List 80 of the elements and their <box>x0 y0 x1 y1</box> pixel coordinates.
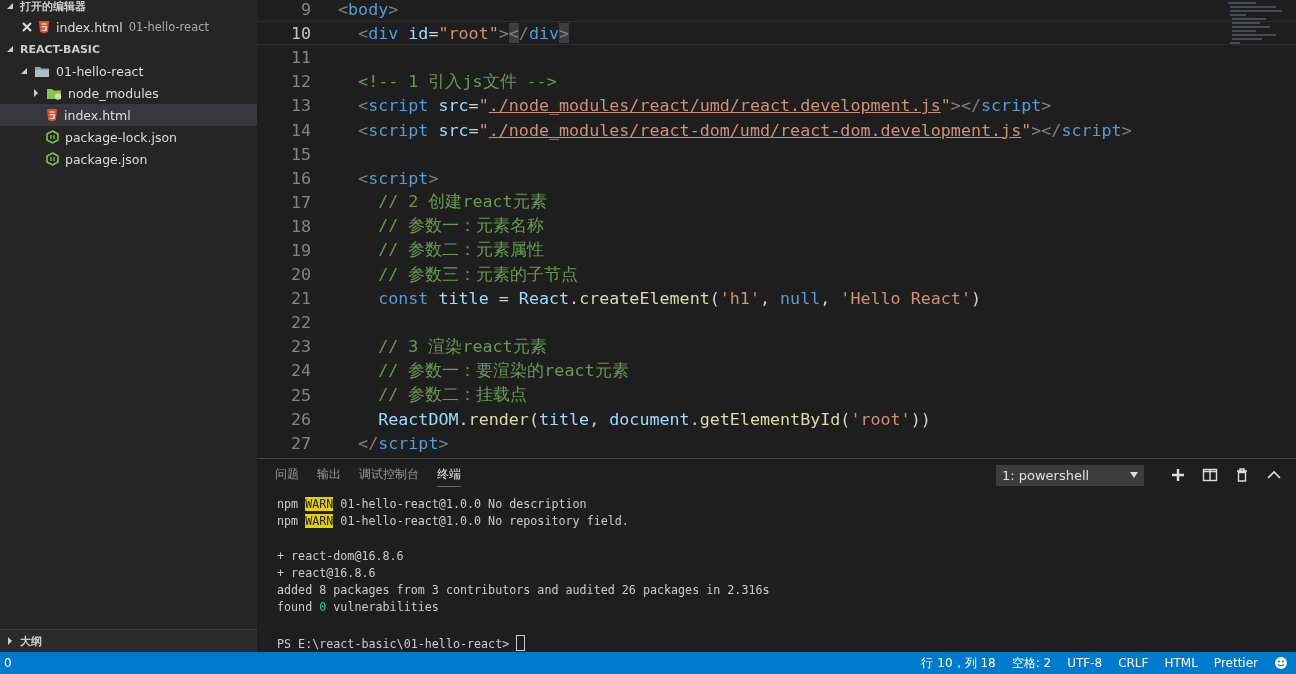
line-number: 26 <box>289 408 311 429</box>
file-tree-item[interactable]: index.html <box>0 104 257 126</box>
status-item[interactable]: 0 <box>4 656 12 670</box>
code-line: // 参数二：元素属性 <box>377 238 545 262</box>
terminal-line: found 0 vulnerabilities <box>277 600 439 615</box>
code-line: // 3 渲染react元素 <box>377 334 547 358</box>
code-line: <script src="./node_modules/react-dom/umd/react-dom.development.js"></script> <box>357 119 1132 140</box>
code-line: <script> <box>357 167 439 188</box>
code-line: <body> <box>338 0 399 20</box>
file-tree-item[interactable]: node_modules <box>0 82 257 104</box>
terminal-line: + react@16.8.6 <box>277 565 376 580</box>
terminal-line: npm WARN 01-hello-react@1.0.0 No description <box>277 497 587 511</box>
line-number: 14 <box>289 119 311 140</box>
html-file-icon <box>38 20 50 34</box>
add-icon[interactable] <box>1170 467 1186 483</box>
line-number: 16 <box>289 167 311 188</box>
line-number: 15 <box>289 143 311 164</box>
terminal-line: added 8 packages from 3 contributors and audited 26 packages in 2.316s <box>277 582 770 597</box>
file-tree-item[interactable]: package.json <box>0 148 257 170</box>
code-line: // 参数一：元素名称 <box>377 214 545 238</box>
html-file-icon <box>46 108 58 122</box>
line-number: 10 <box>289 23 311 44</box>
line-number: 11 <box>289 47 311 68</box>
expanded-arrow-icon <box>6 45 14 53</box>
line-number: 17 <box>289 191 311 212</box>
terminal-line: npm WARN 01-hello-react@1.0.0 No repository field. <box>277 514 629 529</box>
expanded-arrow-icon <box>20 67 28 75</box>
file-tree-item[interactable]: 01-hello-react <box>0 60 257 82</box>
section-header[interactable]: 打开的编辑器 <box>0 0 257 16</box>
status-item[interactable]: 空格: 2 <box>1011 654 1052 672</box>
line-number: 23 <box>289 336 311 357</box>
smiley-icon <box>1274 656 1288 670</box>
code-line: // 参数二：挂载点 <box>377 383 528 407</box>
code-line: <!-- 1 引入js文件 --> <box>357 69 557 93</box>
line-number: 20 <box>289 264 311 285</box>
section-header[interactable]: 大纲 <box>0 629 257 652</box>
line-number: 24 <box>289 360 311 381</box>
terminal-select[interactable]: 1: powershell <box>996 464 1144 486</box>
code-line: </script> <box>357 432 449 453</box>
status-item[interactable]: UTF-8 <box>1067 656 1103 670</box>
collapsed-arrow-icon <box>32 89 40 97</box>
close-icon <box>22 22 32 32</box>
code-line: const title = React.createElement('h1', null, 'Hello React') <box>377 288 981 309</box>
line-number: 12 <box>289 71 311 92</box>
code-line: ReactDOM.render(title, document.getElementById('root')) <box>377 408 931 429</box>
panel-tab[interactable]: 终端 <box>437 463 461 487</box>
section-header[interactable]: REACT-BASIC <box>0 38 257 60</box>
panel-tab[interactable]: 调试控制台 <box>359 463 419 487</box>
line-number: 13 <box>289 95 311 116</box>
status-item[interactable]: HTML <box>1164 656 1198 670</box>
status-item[interactable]: Prettier <box>1213 656 1258 670</box>
caret-icon <box>1130 472 1138 478</box>
code-line: // 参数三：元素的子节点 <box>377 262 579 286</box>
line-number: 19 <box>289 240 311 260</box>
panel-tab[interactable]: 问题 <box>275 463 299 487</box>
line-number: 25 <box>289 384 311 405</box>
line-number: 27 <box>289 432 311 453</box>
folder-icon <box>46 86 62 100</box>
terminal-line: PS E:\react-basic\01-hello-react> <box>277 636 526 651</box>
folder-icon <box>34 64 50 78</box>
expanded-arrow-icon <box>6 2 14 10</box>
code-line: <div id="root"></div> <box>357 23 570 44</box>
panel-tab[interactable]: 输出 <box>317 463 341 487</box>
split-icon[interactable] <box>1202 467 1218 483</box>
file-tree-item[interactable]: package-lock.json <box>0 126 257 148</box>
hexagon-file-icon <box>46 130 59 144</box>
trash-icon[interactable] <box>1234 467 1250 483</box>
open-editor-item[interactable]: index.html 01-hello-react <box>0 16 257 38</box>
line-number: 18 <box>289 215 311 236</box>
line-number: 9 <box>299 0 311 20</box>
line-number: 21 <box>289 288 311 309</box>
collapsed-arrow-icon <box>6 637 14 645</box>
code-line: // 参数一：要渲染的react元素 <box>377 358 629 382</box>
hexagon-file-icon <box>46 152 59 166</box>
status-item[interactable]: CRLF <box>1118 656 1149 670</box>
terminal-line: + react-dom@16.8.6 <box>277 548 404 563</box>
code-line: // 2 创建react元素 <box>377 190 547 214</box>
line-number: 22 <box>289 312 311 333</box>
status-item[interactable]: 行 10，列 18 <box>921 654 996 672</box>
code-line: <script src="./node_modules/react/umd/react.development.js"></script> <box>357 95 1052 116</box>
